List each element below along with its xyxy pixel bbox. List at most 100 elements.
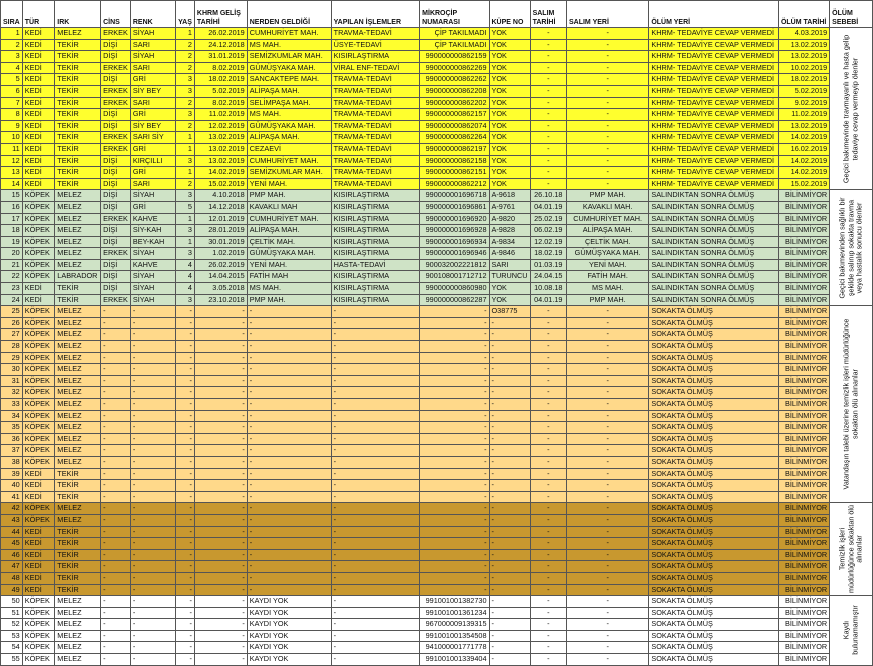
table-cell: SARI SİY <box>129 131 177 144</box>
table-cell: SİY BEY <box>129 84 177 98</box>
table-cell: - <box>100 398 131 411</box>
table-cell: SOKAKTA ÖLMÜŞ <box>648 479 779 492</box>
table-cell: - <box>100 537 131 550</box>
table-cell: TRAVMA-TEDAVİ <box>330 119 421 133</box>
table-cell: 41 <box>0 490 23 504</box>
table-cell: KÖPEK <box>21 653 56 666</box>
table-cell: SOKAKTA ÖLMÜŞ <box>648 502 779 515</box>
table-cell: - <box>175 386 195 399</box>
table-cell: - <box>246 328 332 342</box>
table-cell: - <box>330 525 421 539</box>
table-cell: - <box>129 409 177 423</box>
table-cell: - <box>246 490 332 504</box>
table-cell: - <box>529 84 567 98</box>
table-cell: - <box>565 84 650 98</box>
group-note-text: Geçici bakımevinde travmayanlı ve hasta … <box>841 34 860 183</box>
table-cell: 27 <box>0 328 23 342</box>
table-cell: SİYAH <box>129 247 177 260</box>
table-row: 53 KÖPEK MELEZ - - - - KAYDI YOK -99100100135450… <box>0 629 873 643</box>
table-cell: 900032002221812 <box>419 258 490 272</box>
table-cell: - <box>565 560 650 573</box>
table-cell: BİLİNMİYOR <box>777 200 831 214</box>
table-cell: TEKİR <box>54 38 102 52</box>
table-cell: - <box>100 513 131 527</box>
table-cell: ALİPAŞA MAH. <box>246 131 332 144</box>
table-cell: KEDİ <box>21 73 56 86</box>
table-cell: ÇİP TAKILMADI <box>419 27 490 40</box>
table-cell: - <box>565 131 650 144</box>
table-cell: - <box>100 548 131 562</box>
table-cell: SOKAKTA ÖLMÜŞ <box>648 490 779 504</box>
table-cell: - <box>129 560 177 573</box>
table-cell: YENİ MAH. <box>246 258 332 272</box>
table-cell: ÇELTİK MAH. <box>246 235 332 249</box>
table-cell: 12.02.2019 <box>193 119 248 133</box>
table-row: 22 KÖPEK LABRADOR DİŞİ SİYAH 4 14.04.2015 FATİH… <box>0 270 873 284</box>
group-note: Geçici bakımevinden sağlıklı bir şekilde… <box>829 189 873 307</box>
table-cell: HASTA-TEDAVİ <box>330 258 421 272</box>
table-cell: - <box>565 316 650 330</box>
table-row: 21 KÖPEK MELEZ DİŞİ KAHVE 4 26.02.2019 YENİ MAH… <box>0 258 873 272</box>
table-cell: - <box>529 374 567 388</box>
table-cell: BİLİNMİYOR <box>777 513 831 527</box>
table-cell: - <box>175 653 195 666</box>
table-row: 38 KÖPEK MELEZ - - - - - - - - - - SOKAKTA ÖLMÜŞ BİLİN… <box>0 455 873 469</box>
table-cell: TRAVMA-TEDAVİ <box>330 73 421 86</box>
table-cell: - <box>100 525 131 539</box>
table-cell: KHRM- TEDAVİYE CEVAP VERMEDİ <box>648 84 779 98</box>
table-cell: MELEZ <box>54 409 102 423</box>
table-cell: FATİH MAH <box>246 270 332 284</box>
table-cell: YOK <box>488 73 531 86</box>
table-cell: SALINDIKTAN SONRA ÖLMÜŞ <box>648 212 779 226</box>
table-cell: KÖPEK <box>21 316 56 330</box>
table-cell: - <box>488 398 531 411</box>
table-cell: - <box>529 108 567 121</box>
column-header: RENK <box>129 0 177 28</box>
table-cell: KHRM- TEDAVİYE CEVAP VERMEDİ <box>648 166 779 179</box>
table-cell: BİLİNMİYOR <box>777 189 831 202</box>
table-cell: - <box>565 50 650 63</box>
table-cell: TRAVMA-TEDAVİ <box>330 108 421 121</box>
table-cell: BİLİNMİYOR <box>777 444 831 457</box>
table-cell: - <box>419 351 490 365</box>
table-cell: - <box>488 525 531 539</box>
table-cell: - <box>488 328 531 342</box>
table-cell: - <box>565 38 650 52</box>
table-cell: 26.02.2019 <box>193 258 248 272</box>
spreadsheet: SIRA TÜR IRK CİNS RENK YAŞ KHRM GELİŞ TARİHİ NE… <box>0 0 873 666</box>
table-cell: - <box>488 653 531 666</box>
table-cell: 49 <box>0 583 23 597</box>
table-cell: 50 <box>0 595 23 608</box>
table-cell: 46 <box>0 548 23 562</box>
table-cell: - <box>529 444 567 457</box>
table-cell: SOKAKTA ÖLMÜŞ <box>648 537 779 550</box>
table-cell: - <box>246 305 332 318</box>
column-header: ÖLÜM YERİ <box>648 0 779 28</box>
table-cell: - <box>129 641 177 655</box>
table-cell: TEKİR <box>54 142 102 156</box>
table-cell: 15.02.2019 <box>193 177 248 191</box>
table-cell: DİŞİ <box>100 224 131 237</box>
table-cell: - <box>488 432 531 446</box>
table-cell: 12 <box>0 154 23 168</box>
table-cell: - <box>565 328 650 342</box>
column-header: SIRA <box>0 0 23 28</box>
table-cell: 17 <box>0 212 23 226</box>
table-cell: - <box>193 374 248 388</box>
table-cell: TEKİR <box>54 293 102 307</box>
table-cell: 991001001361234 <box>419 606 490 620</box>
table-cell: - <box>529 340 567 353</box>
table-cell: SOKAKTA ÖLMÜŞ <box>648 374 779 388</box>
table-cell: 28 <box>0 340 23 353</box>
table-cell: - <box>175 432 195 446</box>
table-cell: - <box>488 583 531 597</box>
table-cell: BİLİNMİYOR <box>777 398 831 411</box>
table-cell: KEDİ <box>21 560 56 573</box>
table-row: 6 KEDİ TEKİR ERKEK SİY BEY 3 5.02.2019 ALİPAŞA … <box>0 84 873 98</box>
table-cell: - <box>419 513 490 527</box>
table-cell: 35 <box>0 421 23 434</box>
table-cell: - <box>330 444 421 457</box>
table-cell: PMP MAH. <box>565 293 650 307</box>
table-cell: 3 <box>175 73 195 86</box>
table-cell: - <box>488 340 531 353</box>
